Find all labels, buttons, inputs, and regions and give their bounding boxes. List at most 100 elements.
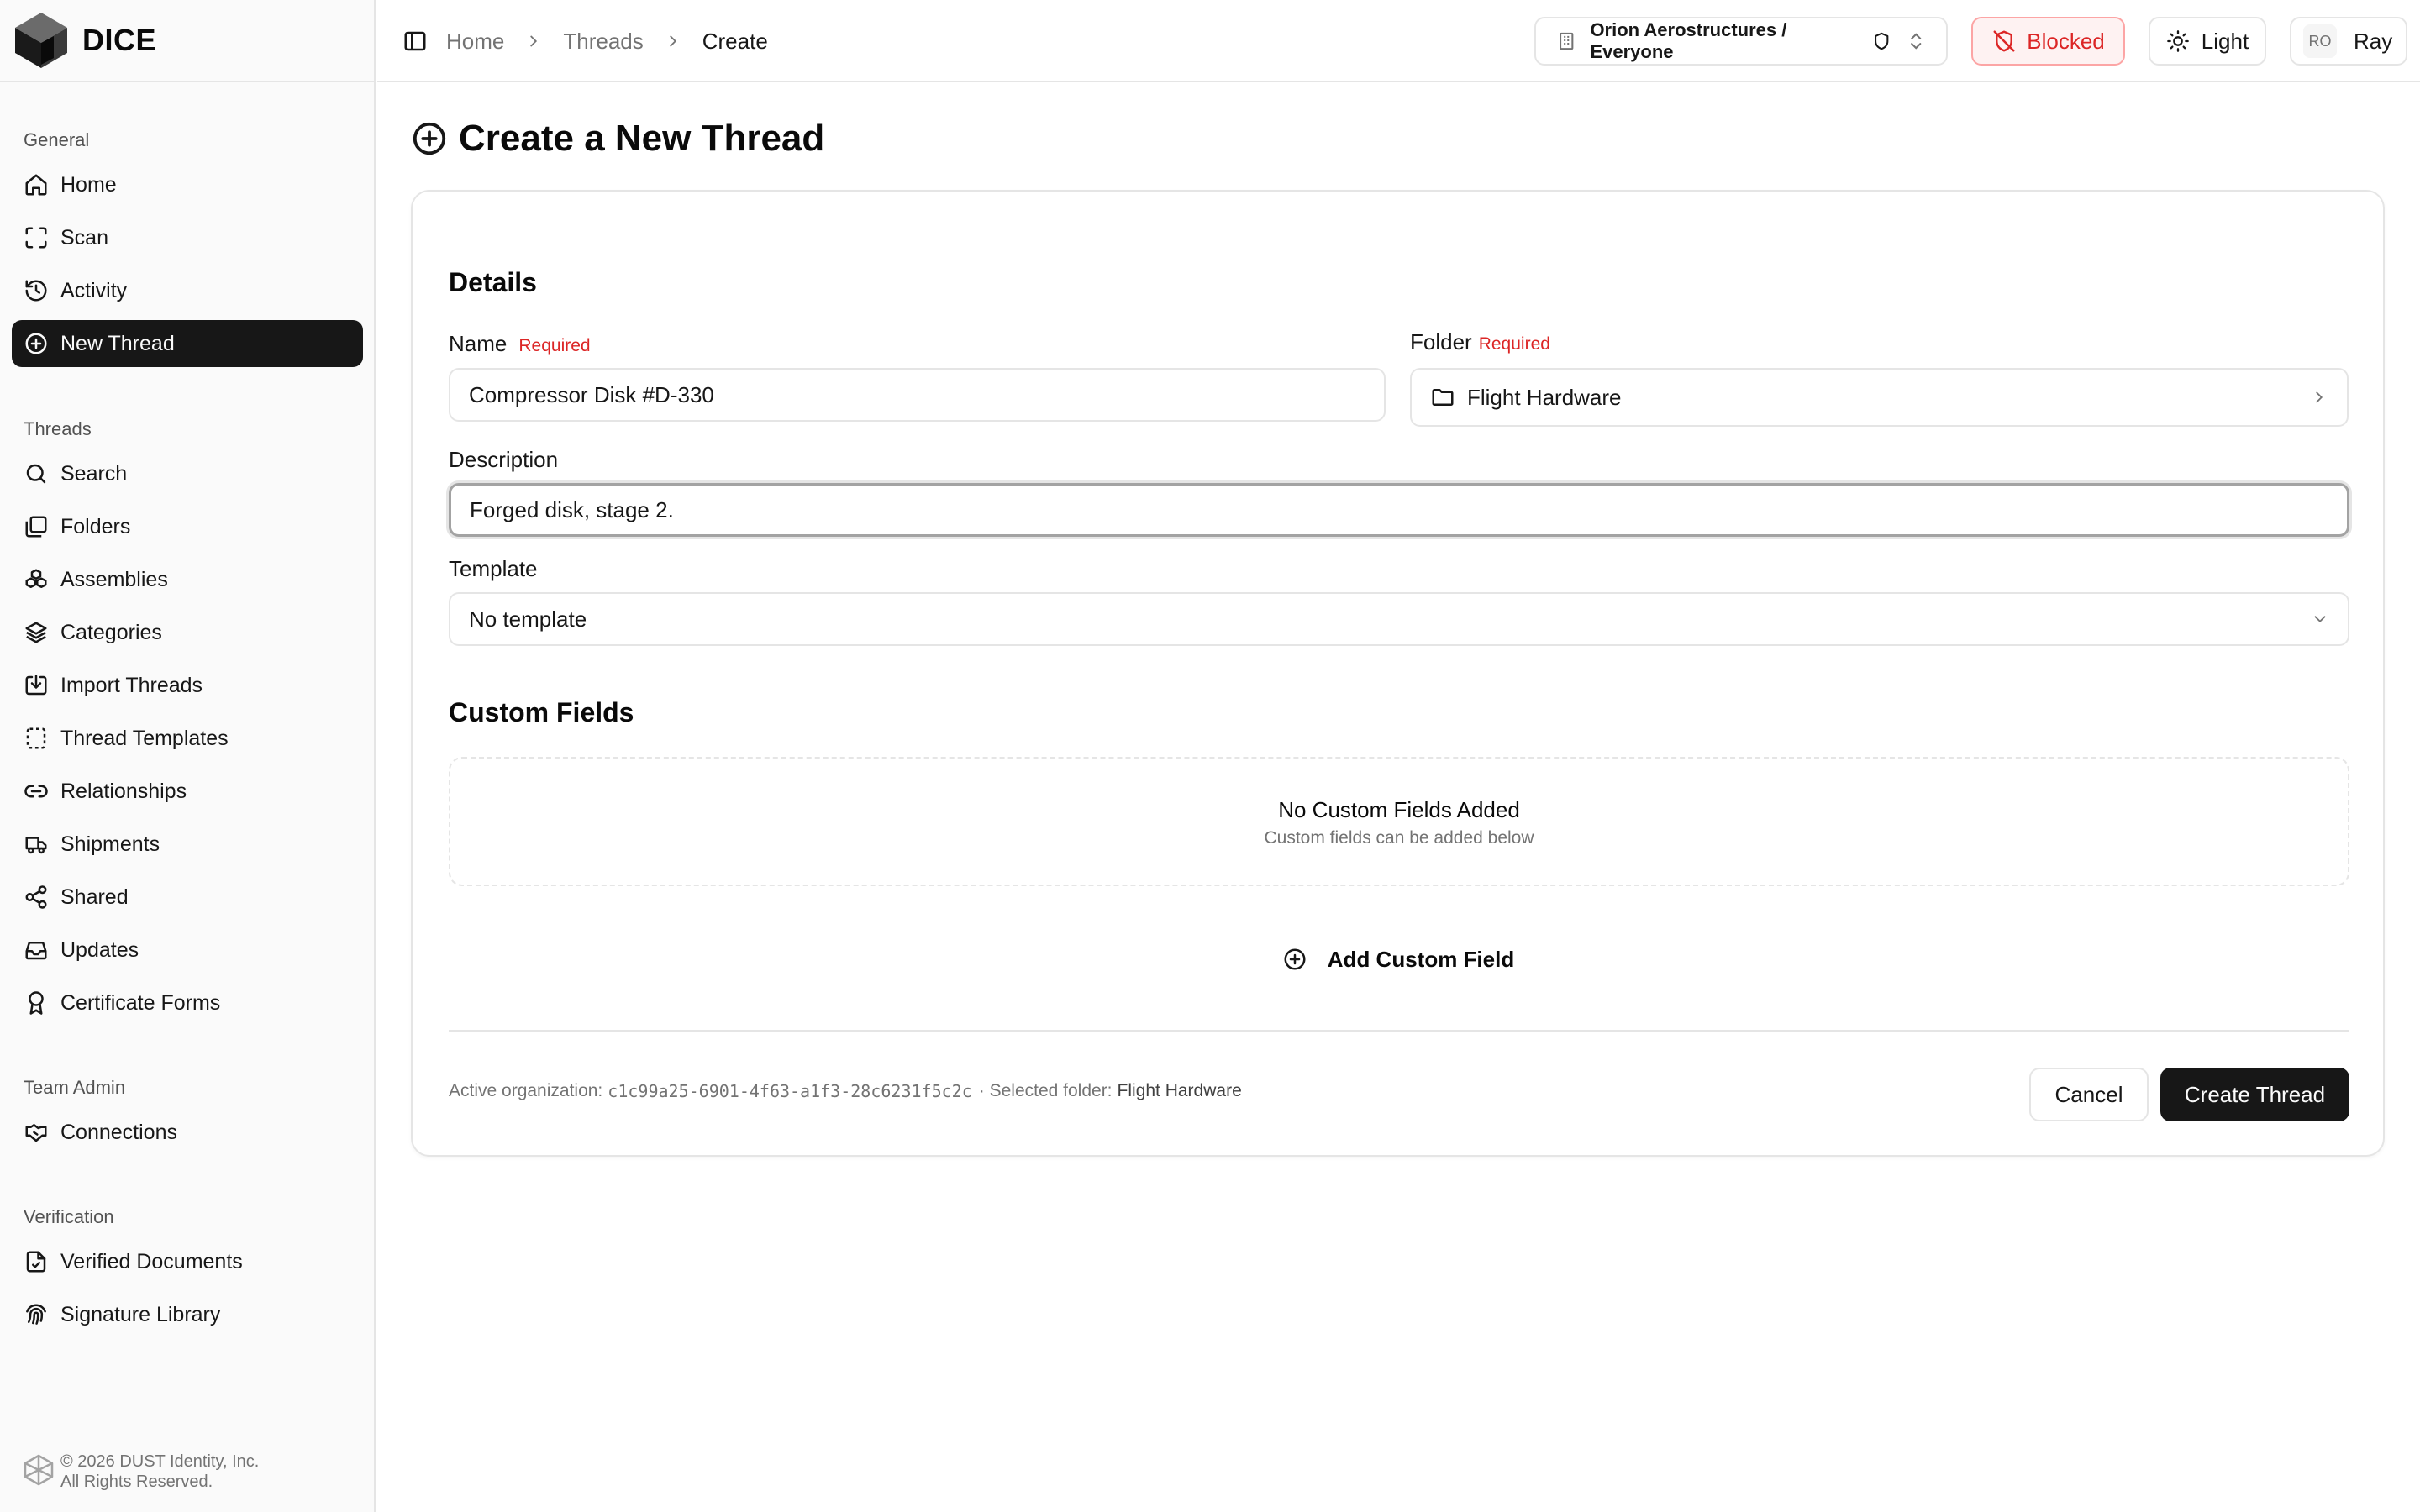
blocked-status-button[interactable]: Blocked bbox=[1971, 17, 2125, 66]
chevron-down-icon bbox=[2314, 616, 2326, 623]
org-switcher[interactable]: Orion Aerostructures / Everyone bbox=[1534, 17, 1948, 66]
user-menu-button[interactable]: RO Ray bbox=[2290, 17, 2407, 66]
sidebar-item-certificate-forms[interactable]: Certificate Forms bbox=[12, 979, 363, 1026]
name-label-text: Name bbox=[449, 331, 508, 356]
breadcrumb-home[interactable]: Home bbox=[446, 29, 504, 55]
sidebar-item-label: Folders bbox=[60, 514, 131, 538]
sidebar-item-thread-templates[interactable]: Thread Templates bbox=[12, 715, 363, 762]
sidebar-item-label: Home bbox=[60, 172, 117, 197]
template-select[interactable]: No template bbox=[449, 592, 2349, 646]
share-icon bbox=[24, 885, 49, 910]
nav-group-verification: Verification Verified Documents Signatur… bbox=[12, 1205, 363, 1344]
sidebar-item-label: Thread Templates bbox=[60, 726, 229, 750]
sidebar-item-label: New Thread bbox=[60, 331, 175, 355]
link-icon bbox=[24, 779, 49, 804]
shield-icon bbox=[1875, 32, 1889, 50]
folder-picker[interactable]: Flight Hardware bbox=[1410, 368, 2349, 427]
breadcrumb-threads[interactable]: Threads bbox=[563, 29, 643, 55]
footer-divider bbox=[449, 1030, 2349, 1032]
sidebar-item-signature-library[interactable]: Signature Library bbox=[12, 1291, 363, 1338]
description-label-text: Description bbox=[449, 447, 559, 472]
copyright-line1: © 2026 DUST Identity, Inc. bbox=[60, 1452, 260, 1471]
blocked-label: Blocked bbox=[2027, 28, 2105, 54]
chevron-right-icon bbox=[2316, 391, 2323, 403]
description-input[interactable]: Forged disk, stage 2. bbox=[449, 483, 2349, 537]
chevrons-up-down-icon bbox=[1910, 33, 1921, 50]
chevron-right-icon bbox=[530, 35, 538, 47]
sidebar-item-label: Scan bbox=[60, 225, 108, 249]
folder-picker-value: Flight Hardware bbox=[1467, 384, 1622, 410]
sidebar-item-search[interactable]: Search bbox=[12, 450, 363, 497]
layers-icon bbox=[24, 620, 49, 645]
folders-icon bbox=[24, 514, 49, 539]
sidebar-item-label: Relationships bbox=[60, 779, 187, 803]
template-label-text: Template bbox=[449, 556, 538, 581]
sidebar-item-connections[interactable]: Connections bbox=[12, 1109, 363, 1156]
sidebar-item-shared[interactable]: Shared bbox=[12, 874, 363, 921]
scan-icon bbox=[24, 225, 49, 250]
shield-off-icon bbox=[1993, 30, 2015, 52]
sidebar-item-label: Signature Library bbox=[60, 1302, 221, 1326]
brand[interactable]: DICE bbox=[0, 0, 374, 82]
sidebar-item-label: Import Threads bbox=[60, 673, 203, 697]
sidebar-item-import-threads[interactable]: Import Threads bbox=[12, 662, 363, 709]
active-org-id: c1c99a25-6901-4f63-a1f3-28c6231f5c2c bbox=[608, 1081, 972, 1101]
org-switcher-label: Orion Aerostructures / Everyone bbox=[1590, 19, 1787, 62]
required-badge: Required bbox=[1478, 334, 1550, 354]
sidebar-item-shipments[interactable]: Shipments bbox=[12, 821, 363, 868]
sidebar-item-verified-documents[interactable]: Verified Documents bbox=[12, 1238, 363, 1285]
sidebar-item-activity[interactable]: Activity bbox=[12, 267, 363, 314]
add-custom-field-label: Add Custom Field bbox=[1327, 946, 1515, 972]
nav-group-team-admin: Team Admin Connections bbox=[12, 1075, 363, 1162]
sidebar-item-label: Assemblies bbox=[60, 567, 168, 591]
plus-circle-icon bbox=[1284, 948, 1306, 970]
template-icon bbox=[24, 726, 49, 751]
home-icon bbox=[24, 172, 49, 197]
sidebar-item-label: Activity bbox=[60, 278, 128, 302]
page-title-text: Create a New Thread bbox=[459, 118, 825, 159]
sidebar: DICE General Home Scan Activity New Thre… bbox=[0, 0, 376, 1512]
file-check-icon bbox=[24, 1249, 49, 1274]
template-select-value: No template bbox=[469, 606, 587, 632]
name-input[interactable]: Compressor Disk #D-330 bbox=[449, 368, 1386, 422]
sidebar-item-relationships[interactable]: Relationships bbox=[12, 768, 363, 815]
nav-group-general: General Home Scan Activity New Thread bbox=[12, 128, 363, 373]
plus-circle-icon bbox=[24, 331, 49, 356]
add-custom-field-button[interactable]: Add Custom Field bbox=[1268, 934, 1528, 984]
breadcrumb-current: Create bbox=[702, 28, 768, 54]
sidebar-toggle-icon[interactable] bbox=[402, 29, 428, 54]
sidebar-item-label: Categories bbox=[60, 620, 162, 644]
footer-info: Active organization: c1c99a25-6901-4f63-… bbox=[449, 1081, 1242, 1101]
copyright: © 2026 DUST Identity, Inc. All Rights Re… bbox=[22, 1452, 259, 1492]
breadcrumb: Home Threads Create bbox=[446, 0, 768, 82]
sidebar-item-home[interactable]: Home bbox=[12, 161, 363, 208]
create-thread-label: Create Thread bbox=[2184, 1081, 2326, 1107]
page-title: Create a New Thread bbox=[410, 118, 824, 160]
theme-toggle-button[interactable]: Light bbox=[2149, 17, 2266, 66]
group-label: Verification bbox=[24, 1206, 114, 1227]
description-label: Description bbox=[449, 447, 558, 473]
sidebar-item-updates[interactable]: Updates bbox=[12, 927, 363, 974]
topbar: Home Threads Create Orion Aerostructures… bbox=[377, 0, 2420, 82]
cancel-button[interactable]: Cancel bbox=[2029, 1068, 2149, 1121]
empty-state-title: No Custom Fields Added bbox=[1278, 797, 1520, 822]
building-icon bbox=[1560, 32, 1574, 50]
group-label: Threads bbox=[24, 418, 92, 439]
sidebar-item-label: Certificate Forms bbox=[60, 990, 221, 1015]
sidebar-item-new-thread[interactable]: New Thread bbox=[12, 320, 363, 367]
sidebar-item-assemblies[interactable]: Assemblies bbox=[12, 556, 363, 603]
custom-fields-empty-state: No Custom Fields Added Custom fields can… bbox=[449, 757, 2349, 886]
sidebar-item-categories[interactable]: Categories bbox=[12, 609, 363, 656]
create-thread-button[interactable]: Create Thread bbox=[2160, 1068, 2349, 1121]
search-icon bbox=[24, 461, 49, 486]
group-label: General bbox=[24, 129, 90, 150]
nav-group-threads: Threads Search Folders Assemblies Catego… bbox=[12, 417, 363, 1032]
description-input-value: Forged disk, stage 2. bbox=[470, 496, 674, 522]
boxes-icon bbox=[24, 567, 49, 592]
name-input-value: Compressor Disk #D-330 bbox=[469, 381, 714, 407]
sidebar-item-scan[interactable]: Scan bbox=[12, 214, 363, 261]
custom-fields-title: Custom Fields bbox=[449, 697, 634, 727]
sidebar-item-folders[interactable]: Folders bbox=[12, 503, 363, 550]
name-label: Name Required bbox=[449, 331, 591, 357]
folder-icon bbox=[1432, 389, 1454, 406]
